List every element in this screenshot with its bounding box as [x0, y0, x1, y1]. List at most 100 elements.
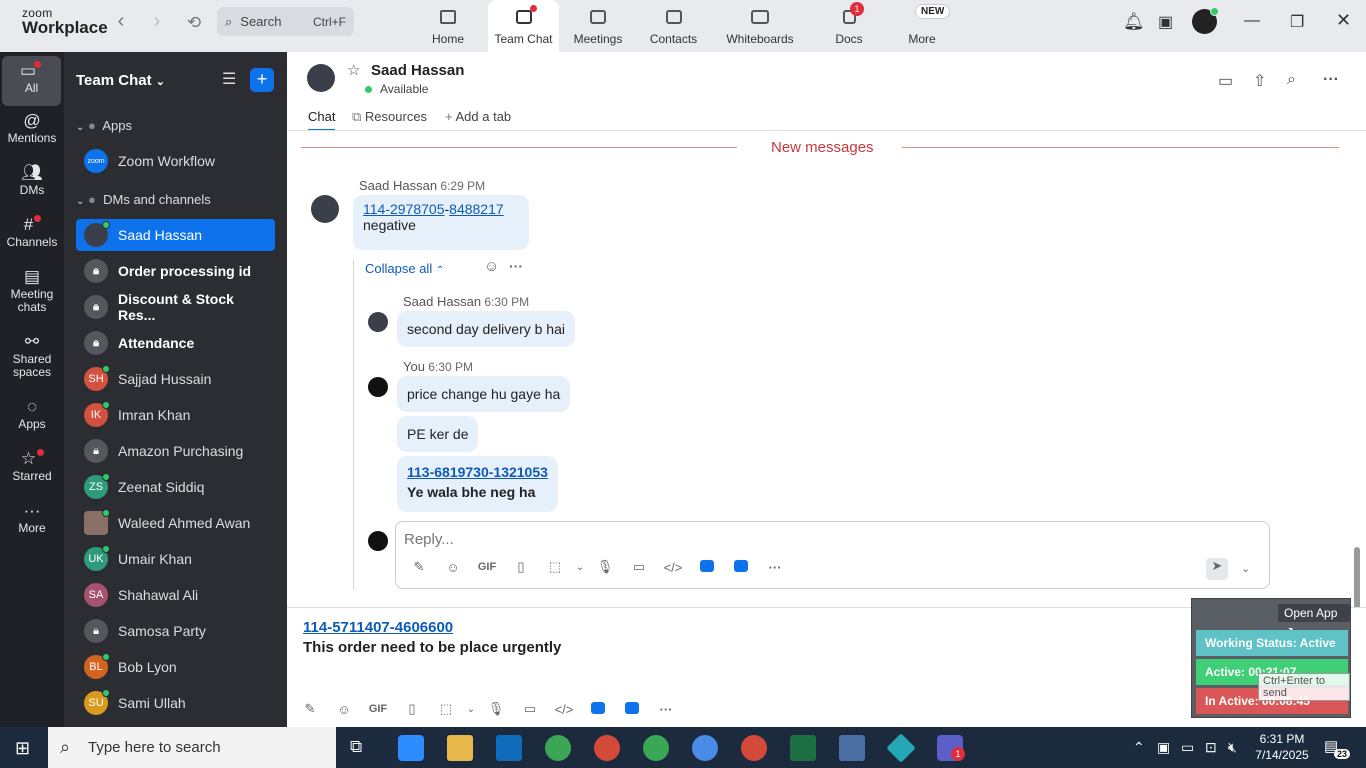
video-message-icon[interactable]: ▭: [513, 701, 547, 717]
rail-meeting-chats[interactable]: ▤ Meeting chats: [0, 268, 64, 314]
chrome-icon[interactable]: [741, 735, 767, 761]
sidebar-item-samosa-party[interactable]: 🔒︎ Samosa Party: [76, 615, 275, 647]
star-icon[interactable]: ☆: [347, 61, 360, 79]
app-icon[interactable]: [690, 559, 724, 575]
volume-muted-icon[interactable]: 🔇︎: [1228, 739, 1237, 756]
tab-docs[interactable]: 1 Docs: [833, 0, 865, 52]
collapse-all-link[interactable]: Collapse all ⌃: [365, 261, 444, 276]
sidebar-item-discount-stock[interactable]: 🔒︎ Discount & Stock Res...: [76, 291, 275, 323]
open-app-button[interactable]: Open App ↗: [1278, 604, 1350, 638]
tab-contacts[interactable]: Contacts: [647, 0, 700, 52]
rail-channels[interactable]: # Channels: [0, 215, 64, 249]
add-chat-button[interactable]: +: [250, 68, 274, 92]
restore-icon[interactable]: ❐: [1290, 12, 1304, 32]
tab-chat[interactable]: Chat: [308, 109, 336, 131]
calendar-icon[interactable]: ▣: [1158, 12, 1173, 32]
file-explorer-icon[interactable]: [447, 735, 473, 761]
search-icon[interactable]: ⌕: [1287, 71, 1296, 89]
chrome-icon[interactable]: [692, 735, 718, 761]
sidebar-item-sami-ullah[interactable]: SU Sami Ullah: [76, 687, 275, 719]
tab-add-a-tab[interactable]: + Add a tab: [445, 109, 511, 124]
taskbar-search[interactable]: ⌕ Type here to search: [48, 727, 336, 768]
reply-input[interactable]: [404, 528, 1184, 550]
close-icon[interactable]: ✕: [1336, 10, 1351, 31]
tab-whiteboards[interactable]: Whiteboards: [724, 0, 796, 52]
order-link[interactable]: 114-5711407-4606600: [303, 619, 453, 636]
whiteboard-app-icon[interactable]: [615, 701, 649, 717]
order-link[interactable]: 8488217: [449, 201, 504, 217]
more-options-icon[interactable]: ···: [1323, 71, 1339, 89]
emoji-icon[interactable]: ☺: [436, 560, 470, 575]
chrome-icon[interactable]: [594, 735, 620, 761]
rail-mentions[interactable]: @ Mentions: [0, 112, 64, 145]
screenshot-icon[interactable]: ⬚: [538, 559, 572, 575]
zoom-taskbar-icon[interactable]: [398, 735, 424, 761]
excel-icon[interactable]: [790, 735, 816, 761]
more-options-icon[interactable]: ···: [758, 560, 792, 575]
rail-all[interactable]: ▭ All: [2, 56, 61, 106]
forward-arrow-icon[interactable]: ›: [147, 10, 167, 33]
filter-icon[interactable]: ☰: [222, 69, 236, 89]
sidebar-item-bob-lyon[interactable]: BL Bob Lyon: [76, 651, 275, 683]
rail-starred[interactable]: ☆ Starred: [0, 449, 64, 483]
more-options-icon[interactable]: ···: [509, 258, 523, 274]
sidebar-item-imran-khan[interactable]: IK Imran Khan: [76, 399, 275, 431]
emoji-icon[interactable]: ☺: [327, 702, 361, 717]
send-icon[interactable]: ➤: [1206, 558, 1228, 580]
battery-icon[interactable]: ▭: [1181, 739, 1194, 756]
gif-button[interactable]: GIF: [470, 561, 504, 573]
sidebar-item-sajjad-hussain[interactable]: SH Sajjad Hussain: [76, 363, 275, 395]
reply-box[interactable]: ✎ ☺ GIF ▯ ⬚ ⌄ 🎙︎ ▭ </> ··· ➤ ⌄: [395, 521, 1270, 589]
section-apps[interactable]: ⌄ ● Apps: [76, 118, 132, 133]
chrome-icon[interactable]: [545, 735, 571, 761]
code-icon[interactable]: </>: [547, 702, 581, 717]
add-reaction-icon[interactable]: ☺: [484, 258, 499, 275]
order-link[interactable]: 113-6819730-1321053: [407, 464, 548, 480]
calculator-icon[interactable]: [839, 735, 865, 761]
tab-meetings[interactable]: Meetings: [570, 0, 626, 52]
gif-button[interactable]: GIF: [361, 703, 395, 715]
contact-avatar[interactable]: [307, 64, 335, 92]
section-dms[interactable]: ⌄ ● DMs and channels: [76, 192, 211, 207]
outlook-icon[interactable]: [496, 735, 522, 761]
tab-resources[interactable]: ⧉ Resources: [352, 109, 427, 125]
format-icon[interactable]: ✎: [293, 701, 327, 717]
sender-avatar[interactable]: [368, 312, 388, 332]
video-call-icon[interactable]: ▭: [1218, 71, 1233, 91]
clock[interactable]: 6:31 PM 7/14/2025: [1255, 731, 1309, 763]
rail-dms[interactable]: 👥︎ DMs: [0, 164, 64, 197]
video-message-icon[interactable]: ▭: [622, 559, 656, 575]
app-diamond-icon[interactable]: [886, 733, 916, 763]
chevron-up-icon[interactable]: ⌃: [1133, 739, 1145, 756]
app-icon[interactable]: [581, 701, 615, 717]
tray-app-icon[interactable]: ▣: [1157, 739, 1170, 756]
chevron-down-icon[interactable]: ⌄: [463, 704, 479, 715]
composer-content[interactable]: 114-5711407-4606600 This order need to b…: [303, 618, 561, 658]
search-box[interactable]: ⌕ Search Ctrl+F: [217, 7, 354, 36]
sidebar-item-waleed-ahmed-awan[interactable]: Waleed Ahmed Awan: [76, 507, 275, 539]
sidebar-item-order-processing[interactable]: 🔒︎ Order processing id: [76, 255, 275, 287]
chat-contact-name[interactable]: Saad Hassan: [371, 62, 464, 79]
file-icon[interactable]: ▯: [504, 559, 538, 575]
share-screen-icon[interactable]: ⇧: [1253, 71, 1266, 91]
screenshot-icon[interactable]: ⬚: [429, 701, 463, 717]
more-options-icon[interactable]: ···: [649, 702, 683, 717]
code-icon[interactable]: </>: [656, 560, 690, 575]
my-avatar[interactable]: [368, 377, 388, 397]
network-icon[interactable]: ⊡: [1205, 739, 1217, 756]
sender-avatar[interactable]: [311, 195, 339, 223]
rail-more[interactable]: ··· More: [0, 502, 64, 535]
sidebar-item-zeenat-siddiq[interactable]: ZS Zeenat Siddiq: [76, 471, 275, 503]
sidebar-item-shahawal-ali[interactable]: SA Shahawal Ali: [76, 579, 275, 611]
sidebar-item-amazon-purchasing[interactable]: 🔒︎ Amazon Purchasing: [76, 435, 275, 467]
rail-shared-spaces[interactable]: ⚯ Shared spaces: [0, 333, 64, 379]
sidebar-item-saad-hassan[interactable]: Saad Hassan: [76, 219, 275, 251]
tab-home[interactable]: Home: [424, 0, 472, 52]
chrome-icon[interactable]: [643, 735, 669, 761]
tab-team-chat[interactable]: Team Chat: [488, 0, 559, 52]
chevron-down-icon[interactable]: ⌄: [1241, 562, 1250, 575]
format-icon[interactable]: ✎: [402, 559, 436, 575]
sidebar-item-zoom-workflow[interactable]: zoom Zoom Workflow: [76, 145, 275, 177]
microphone-icon[interactable]: 🎙︎: [479, 701, 513, 717]
order-link[interactable]: 114-2978705: [363, 201, 444, 217]
